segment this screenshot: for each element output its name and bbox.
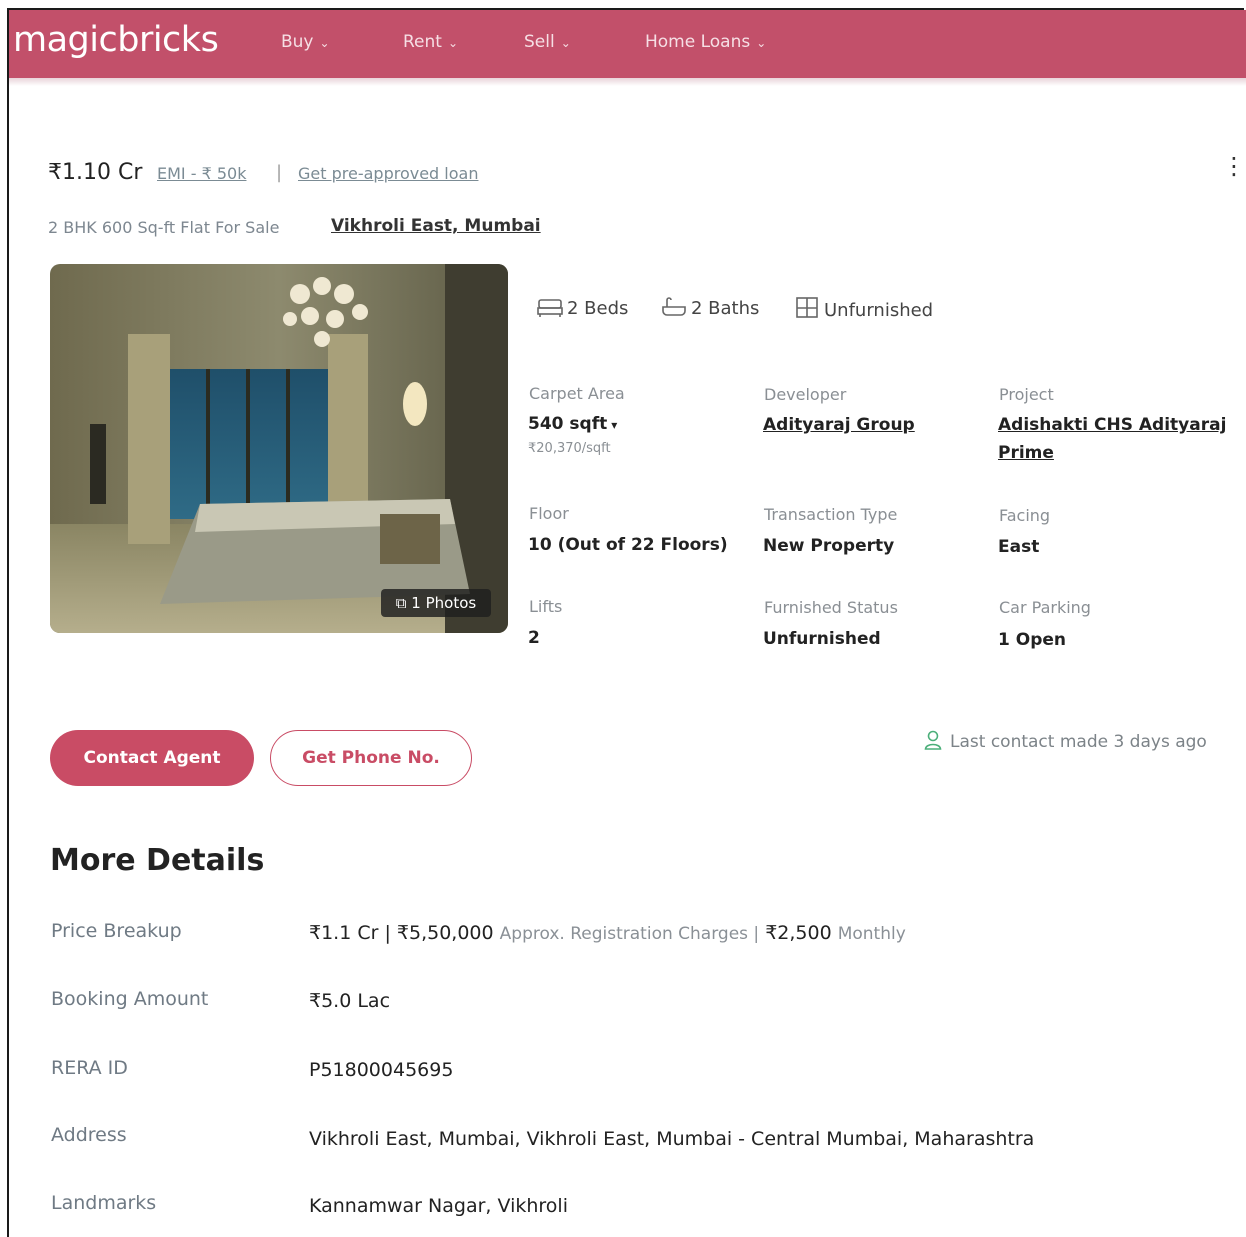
- beds-label: 2 Beds: [567, 298, 629, 319]
- more-options-icon[interactable]: ⋮: [1222, 154, 1246, 178]
- nav-shadow: [9, 78, 1246, 86]
- beds-amenity: 2 Beds: [537, 296, 628, 319]
- developer-link[interactable]: Adityaraj Group: [763, 415, 915, 435]
- price-breakup-note: Approx. Registration Charges |: [499, 924, 760, 944]
- chevron-down-icon: ⌄: [756, 36, 767, 50]
- nav-home-loans-label: Home Loans: [645, 32, 751, 52]
- address-label: Address: [51, 1124, 127, 1146]
- nav-buy-label: Buy: [281, 32, 314, 52]
- listing-subtitle: 2 BHK 600 Sq-ft Flat For Sale: [48, 218, 280, 237]
- landmarks-value: Kannamwar Nagar, Vikhroli: [309, 1195, 568, 1217]
- price-breakup-main: ₹1.1 Cr | ₹5,50,000: [309, 922, 494, 944]
- carpet-area-text: 540 sqft: [528, 414, 608, 434]
- gallery-icon: ⧉: [395, 594, 407, 612]
- car-parking-label: Car Parking: [999, 598, 1091, 617]
- project-link-line1[interactable]: Adishakti CHS Adityaraj: [998, 415, 1226, 435]
- facing-label: Facing: [999, 506, 1051, 525]
- last-contact-text: Last contact made 3 days ago: [950, 732, 1207, 752]
- project-label: Project: [999, 385, 1054, 404]
- wardrobe-icon: [796, 297, 818, 318]
- baths-amenity: 2 Baths: [661, 296, 759, 319]
- carpet-area-value[interactable]: 540 sqft ▾: [528, 414, 617, 434]
- address-value: Vikhroli East, Mumbai, Vikhroli East, Mu…: [309, 1128, 1035, 1150]
- brand-logo[interactable]: magicbricks: [13, 20, 219, 60]
- chevron-down-icon: ⌄: [447, 36, 459, 50]
- rera-id-label: RERA ID: [51, 1057, 128, 1079]
- chevron-down-icon: ⌄: [319, 36, 330, 50]
- project-link-line2[interactable]: Prime: [998, 443, 1054, 463]
- price-separator: |: [276, 162, 283, 183]
- chevron-down-icon: ▾: [611, 418, 618, 432]
- landmarks-label: Landmarks: [51, 1192, 157, 1214]
- price-breakup-value: ₹1.1 Cr | ₹5,50,000 Approx. Registration…: [309, 922, 906, 944]
- photo-count-label: 1 Photos: [411, 594, 477, 612]
- car-parking-value: 1 Open: [998, 630, 1066, 650]
- listing-price: ₹1.10 Cr: [48, 160, 143, 185]
- nav-sell[interactable]: Sell ⌄: [524, 32, 571, 52]
- nav-sell-label: Sell: [524, 32, 555, 52]
- developer-label: Developer: [764, 385, 847, 404]
- price-breakup-monthly: ₹2,500: [765, 922, 832, 944]
- facing-value: East: [998, 537, 1040, 557]
- nav-buy[interactable]: Buy ⌄: [281, 32, 330, 52]
- price-breakup-label: Price Breakup: [51, 920, 182, 942]
- rera-id-value: P51800045695: [309, 1059, 454, 1081]
- top-nav: magicbricks Buy ⌄ Rent ⌄ Sell ⌄ Home Loans ⌄: [9, 10, 1246, 78]
- baths-label: 2 Baths: [691, 298, 760, 319]
- lifts-value: 2: [528, 628, 540, 648]
- furnished-status-value: Unfurnished: [763, 629, 881, 649]
- furnishing-amenity: Unfurnished: [794, 296, 933, 321]
- photo-count-badge[interactable]: ⧉ 1 Photos: [381, 589, 491, 617]
- nav-home-loans[interactable]: Home Loans ⌄: [645, 32, 766, 52]
- chevron-down-icon: ⌄: [560, 36, 571, 50]
- transaction-type-value: New Property: [763, 536, 895, 556]
- emi-link[interactable]: EMI - ₹ 50k: [157, 164, 246, 183]
- last-contact-info: Last contact made 3 days ago: [924, 730, 1207, 752]
- carpet-area-rate: ₹20,370/sqft: [528, 441, 611, 456]
- bedroom-photo-illustration: [50, 264, 508, 633]
- price-breakup-suffix: Monthly: [837, 924, 906, 944]
- transaction-type-label: Transaction Type: [764, 505, 898, 524]
- floor-label: Floor: [529, 504, 569, 523]
- user-icon: [924, 730, 942, 750]
- contact-agent-button[interactable]: Contact Agent: [50, 730, 254, 786]
- floor-value: 10 (Out of 22 Floors): [528, 535, 728, 555]
- nav-rent-label: Rent: [403, 32, 442, 52]
- more-details-heading: More Details: [50, 843, 265, 878]
- lifts-label: Lifts: [529, 597, 563, 616]
- pre-approved-loan-link[interactable]: Get pre-approved loan: [298, 164, 478, 183]
- nav-rent[interactable]: Rent ⌄: [403, 32, 458, 52]
- property-photo[interactable]: ⧉ 1 Photos: [50, 264, 508, 633]
- locality-link[interactable]: Vikhroli East, Mumbai: [331, 216, 541, 236]
- furnished-status-label: Furnished Status: [764, 598, 898, 617]
- booking-amount-value: ₹5.0 Lac: [309, 990, 391, 1012]
- booking-amount-label: Booking Amount: [51, 988, 209, 1010]
- carpet-area-label: Carpet Area: [529, 384, 625, 403]
- bathtub-icon: [662, 297, 686, 316]
- furnishing-label: Unfurnished: [824, 300, 934, 321]
- bed-icon: [537, 299, 563, 317]
- get-phone-button[interactable]: Get Phone No.: [270, 730, 472, 786]
